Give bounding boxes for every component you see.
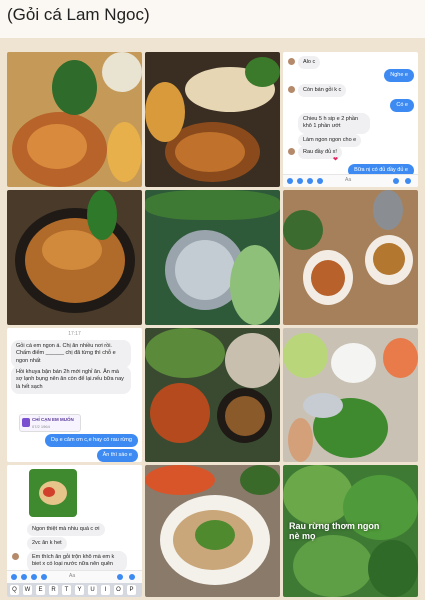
photo-caption: Rau rừng thơm ngon nè mọ	[289, 521, 380, 542]
food-photo-9: Rau rừng thơm ngon nè mọ	[283, 465, 418, 597]
image-icon[interactable]	[31, 574, 37, 580]
heart-reaction-icon: ❤	[333, 157, 339, 163]
message-timestamp: 17:17	[68, 331, 81, 337]
chat-toolbar: Aa	[283, 174, 418, 187]
key-u[interactable]: U	[88, 585, 97, 595]
chat-message: Gỏi cá em ngon á. Chị ăn nhiều nơi rồi. …	[11, 340, 131, 369]
key-q[interactable]: Q	[10, 585, 19, 595]
chat-message: Ngon thiệt mà nhiu quá c ơi	[27, 523, 105, 537]
chat-screenshot-1: Alo c Nghe e Còn bán gỏi k c Có e Chieu …	[283, 52, 418, 187]
emoji-icon[interactable]	[393, 178, 399, 184]
shared-card: CHỈ CẠN EM MUỐN 07/2 1964	[19, 414, 81, 432]
chat-message: Còn bán gỏi k c	[298, 84, 347, 98]
chat-toolbar: Aa	[7, 570, 142, 583]
card-subtitle: 07/2 1964	[32, 424, 50, 429]
key-r[interactable]: R	[49, 585, 58, 595]
card-logo-icon	[22, 418, 30, 427]
chat-screenshot-2: 17:17 Gỏi cá em ngon á. Chị ăn nhiều nơi…	[7, 328, 142, 462]
key-o[interactable]: O	[114, 585, 123, 595]
plus-icon[interactable]	[287, 178, 293, 184]
message-input[interactable]: Aa	[345, 177, 351, 183]
food-photo-3	[7, 190, 142, 325]
key-p[interactable]: P	[127, 585, 136, 595]
image-icon[interactable]	[307, 178, 313, 184]
photo-collage: Alo c Nghe e Còn bán gỏi k c Có e Chieu …	[7, 52, 418, 597]
keyboard: Q W E R T Y U I O P	[7, 583, 142, 597]
avatar	[12, 553, 19, 560]
shared-photo	[29, 469, 77, 517]
emoji-icon[interactable]	[117, 574, 123, 580]
chat-message: Dạ e cảm ơn c,e hay có rau rừng	[45, 434, 138, 448]
food-photo-6	[145, 328, 280, 462]
microphone-icon[interactable]	[41, 574, 47, 580]
avatar	[288, 86, 295, 93]
food-photo-1	[7, 52, 142, 187]
food-photo-8	[145, 465, 280, 597]
like-icon[interactable]	[405, 178, 411, 184]
key-w[interactable]: W	[23, 585, 32, 595]
chat-screenshot-3: Ngon thiệt mà nhiu quá c ơi 2vc ăn k het…	[7, 465, 142, 597]
plus-icon[interactable]	[11, 574, 17, 580]
like-icon[interactable]	[129, 574, 135, 580]
chat-message: Hồi khuya bận bán 2h mới nghỉ ăn. Ăn mà …	[11, 366, 131, 395]
message-input[interactable]: Aa	[69, 573, 75, 579]
title-bar: (Gỏi cá Lam Ngoc)	[0, 0, 425, 38]
avatar	[288, 148, 295, 155]
key-i[interactable]: I	[101, 585, 110, 595]
key-e[interactable]: E	[36, 585, 45, 595]
camera-icon[interactable]	[297, 178, 303, 184]
chat-message: 2vc ăn k het	[27, 537, 67, 551]
page-title: (Gỏi cá Lam Ngoc)	[7, 5, 150, 24]
chat-message: Ăn thì sáo e	[96, 449, 138, 462]
card-title: CHỈ CẠN EM MUỐN	[32, 417, 74, 422]
chat-message: Alo c	[298, 56, 321, 70]
food-photo-7	[283, 328, 418, 462]
camera-icon[interactable]	[21, 574, 27, 580]
chat-message: Có e	[390, 99, 414, 113]
chat-message: Chieu 5 h sip e 2 phần khô 1 phần ướt	[298, 113, 370, 134]
chat-message: Em thích ăn gỏi trộn khô mà em k biet x …	[27, 551, 127, 572]
chat-message: Nghe e	[384, 69, 414, 83]
key-t[interactable]: T	[62, 585, 71, 595]
key-y[interactable]: Y	[75, 585, 84, 595]
microphone-icon[interactable]	[317, 178, 323, 184]
food-photo-4	[145, 190, 280, 325]
avatar	[288, 58, 295, 65]
food-photo-5	[283, 190, 418, 325]
food-photo-2	[145, 52, 280, 187]
